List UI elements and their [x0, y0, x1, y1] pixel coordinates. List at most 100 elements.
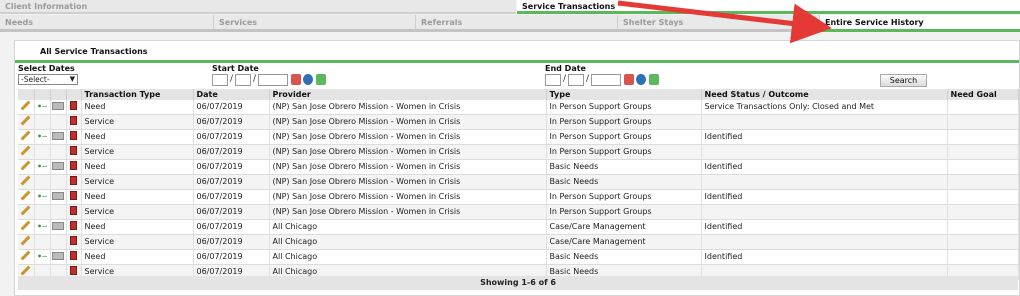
table-row[interactable]: •─ Need 06/07/2019 (NP) San Jose Obrero Mis… [18, 100, 1019, 116]
delete-cell[interactable] [66, 159, 82, 176]
edit-cell[interactable] [18, 174, 35, 191]
edit-cell[interactable] [18, 204, 35, 221]
trash-icon[interactable] [70, 191, 77, 201]
link-cell[interactable]: •─ [34, 100, 51, 116]
connect-icon[interactable]: •─ [37, 160, 47, 174]
trash-icon[interactable] [70, 236, 77, 246]
tab-needs[interactable]: Needs [0, 15, 214, 32]
column-header-date[interactable]: Date [193, 89, 270, 100]
delete-cell[interactable] [66, 174, 82, 191]
delete-cell[interactable] [66, 189, 82, 206]
container-cell[interactable] [50, 159, 67, 176]
tab-services[interactable]: Services [214, 15, 416, 32]
pencil-icon[interactable] [20, 145, 31, 156]
container-cell[interactable] [50, 129, 67, 146]
edit-cell[interactable] [18, 249, 35, 266]
column-header-need-goal[interactable]: Need Goal [947, 89, 1019, 100]
pencil-icon[interactable] [20, 265, 31, 276]
clear-date-icon[interactable] [649, 74, 659, 85]
start-date-year-input[interactable] [258, 74, 288, 86]
table-row[interactable]: •─ Need 06/07/2019 (NP) San Jose Obrero Mis… [18, 159, 1019, 176]
delete-cell[interactable] [66, 204, 82, 221]
container-icon[interactable] [52, 222, 64, 231]
edit-cell[interactable] [18, 189, 35, 206]
edit-cell[interactable] [18, 100, 35, 116]
trash-icon[interactable] [70, 266, 77, 276]
end-date-month-input[interactable] [545, 74, 561, 86]
tab-entire-service-history[interactable]: Entire Service History [820, 15, 1020, 32]
search-button[interactable]: Search [880, 74, 927, 87]
connect-icon[interactable]: •─ [37, 100, 47, 114]
link-cell[interactable]: •─ [34, 219, 51, 236]
table-row[interactable]: •─ Need 06/07/2019 (NP) San Jose Obrero Mis… [18, 189, 1019, 206]
pencil-icon[interactable] [20, 100, 31, 111]
connect-icon[interactable]: •─ [37, 190, 47, 204]
trash-icon[interactable] [70, 206, 77, 216]
delete-cell[interactable] [66, 249, 82, 266]
column-header-transaction-type[interactable]: Transaction Type [81, 89, 194, 100]
calendar-icon[interactable] [291, 74, 301, 85]
trash-icon[interactable] [70, 176, 77, 186]
pencil-icon[interactable] [20, 130, 31, 141]
end-date-year-input[interactable] [591, 74, 621, 86]
start-date-day-input[interactable] [235, 74, 251, 86]
table-row[interactable]: Service 06/07/2019 (NP) San Jose Obrero Mi… [18, 204, 1019, 221]
link-cell[interactable]: •─ [34, 129, 51, 146]
container-icon[interactable] [52, 162, 64, 171]
link-cell[interactable]: •─ [34, 189, 51, 206]
refresh-icon[interactable] [303, 74, 313, 85]
column-header-provider[interactable]: Provider [269, 89, 547, 100]
select-dates-dropdown[interactable]: -Select- ▼ [18, 74, 78, 85]
pencil-icon[interactable] [20, 235, 31, 246]
end-date-day-input[interactable] [568, 74, 584, 86]
delete-cell[interactable] [66, 114, 82, 131]
trash-icon[interactable] [70, 116, 77, 126]
tab-client-information[interactable]: Client Information [0, 0, 516, 14]
container-cell[interactable] [50, 219, 67, 236]
pencil-icon[interactable] [20, 115, 31, 126]
table-row[interactable]: •─ Need 06/07/2019 (NP) San Jose Obrero Mis… [18, 129, 1019, 146]
tab-service-transactions[interactable]: Service Transactions [517, 0, 1020, 14]
pencil-icon[interactable] [20, 190, 31, 201]
table-row[interactable]: Service 06/07/2019 (NP) San Jose Obrero Mi… [18, 114, 1019, 131]
container-cell[interactable] [50, 189, 67, 206]
container-cell[interactable] [50, 249, 67, 266]
trash-icon[interactable] [70, 146, 77, 156]
trash-icon[interactable] [70, 221, 77, 231]
trash-icon[interactable] [70, 131, 77, 141]
edit-cell[interactable] [18, 219, 35, 236]
column-header-type[interactable]: Type [546, 89, 702, 100]
edit-cell[interactable] [18, 114, 35, 131]
table-row[interactable]: •─ Need 06/07/2019 All Chicago Basic Needs Id… [18, 249, 1019, 266]
connect-icon[interactable]: •─ [37, 250, 47, 264]
table-row[interactable]: Service 06/07/2019 (NP) San Jose Obrero Mi… [18, 144, 1019, 161]
delete-cell[interactable] [66, 129, 82, 146]
container-icon[interactable] [52, 192, 64, 201]
refresh-icon[interactable] [636, 74, 646, 85]
calendar-icon[interactable] [624, 74, 634, 85]
pencil-icon[interactable] [20, 220, 31, 231]
container-icon[interactable] [52, 132, 64, 141]
container-icon[interactable] [52, 102, 64, 111]
delete-cell[interactable] [66, 234, 82, 251]
pencil-icon[interactable] [20, 205, 31, 216]
delete-cell[interactable] [66, 219, 82, 236]
link-cell[interactable]: •─ [34, 159, 51, 176]
tab-shelter-stays[interactable]: Shelter Stays [618, 15, 820, 32]
tab-referrals[interactable]: Referrals [416, 15, 618, 32]
pencil-icon[interactable] [20, 175, 31, 186]
pencil-icon[interactable] [20, 250, 31, 261]
column-header-need-status[interactable]: Need Status / Outcome [701, 89, 948, 100]
delete-cell[interactable] [66, 144, 82, 161]
pencil-icon[interactable] [20, 160, 31, 171]
clear-date-icon[interactable] [316, 74, 326, 85]
edit-cell[interactable] [18, 129, 35, 146]
table-row[interactable]: •─ Need 06/07/2019 All Chicago Case/Care Man… [18, 219, 1019, 236]
delete-cell[interactable] [66, 100, 82, 116]
table-row[interactable]: Service 06/07/2019 (NP) San Jose Obrero Mi… [18, 174, 1019, 191]
link-cell[interactable]: •─ [34, 249, 51, 266]
trash-icon[interactable] [70, 101, 77, 111]
trash-icon[interactable] [70, 251, 77, 261]
container-icon[interactable] [52, 252, 64, 261]
edit-cell[interactable] [18, 159, 35, 176]
